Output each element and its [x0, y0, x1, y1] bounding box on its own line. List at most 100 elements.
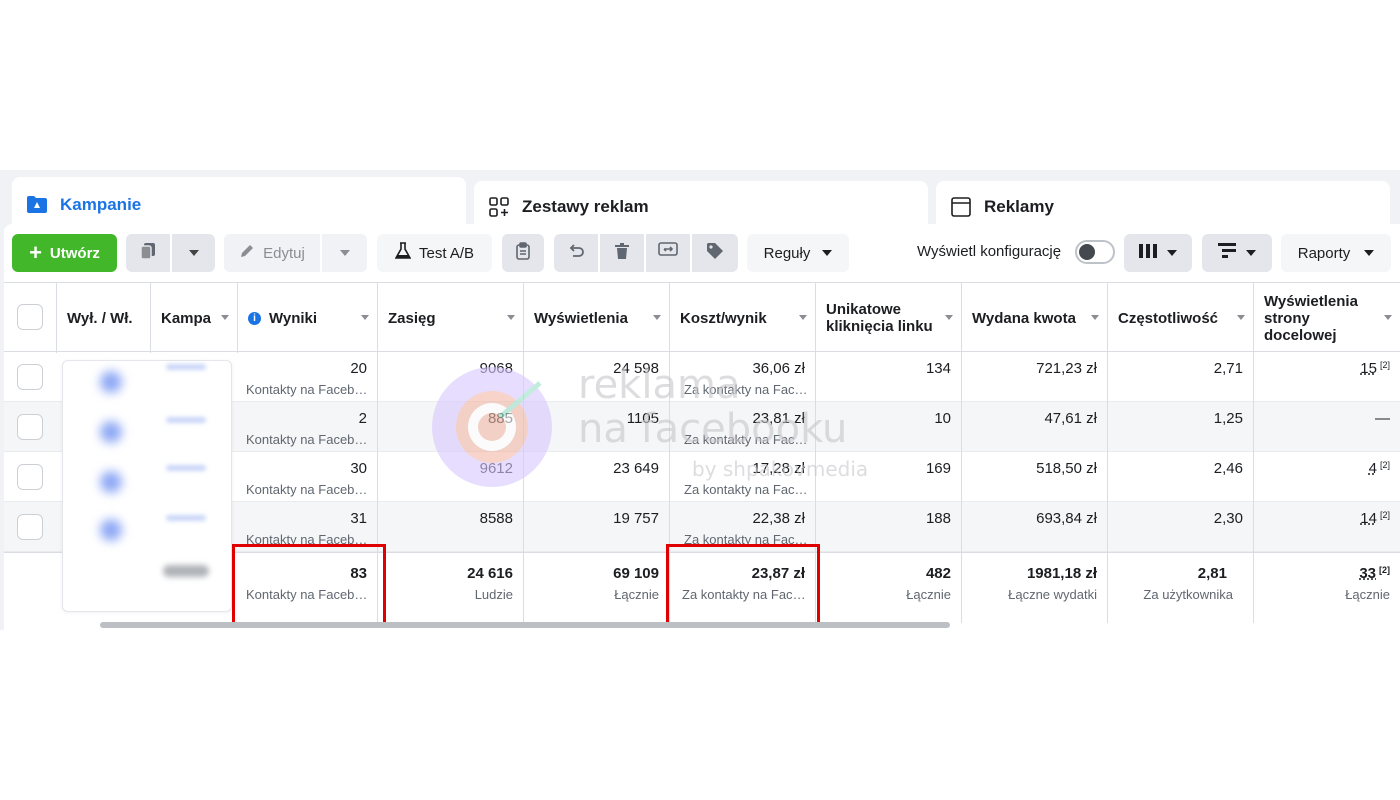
- ads-manager: Kampanie Zestawy reklam Reklamy + Utwórz: [0, 170, 1400, 630]
- cell-clicks: 188: [816, 502, 962, 552]
- name-blurred: [166, 515, 206, 521]
- header-campaign[interactable]: Kampa: [151, 283, 238, 353]
- total-impressions-value: 69 109: [613, 565, 659, 582]
- total-landing-link[interactable]: 33: [1359, 565, 1376, 582]
- create-button[interactable]: + Utwórz: [12, 234, 117, 272]
- header-unique-link-clicks[interactable]: Unikatowe kliknięcia linku: [816, 283, 962, 353]
- rules-label: Reguły: [763, 244, 811, 262]
- results-sub: Kontakty na Faceb…: [246, 382, 368, 397]
- campaigns-table: Wył. / Wł. Kampa i Wyniki Zasięg Wyświet…: [4, 282, 1400, 626]
- chevron-down-icon: [339, 250, 350, 256]
- frequency-value: 2,71: [1213, 360, 1243, 377]
- plus-icon: +: [29, 240, 42, 265]
- cell-landing: 14 [2]: [1254, 502, 1400, 552]
- tab-label: Kampanie: [60, 195, 142, 214]
- row-checkbox[interactable]: [17, 464, 43, 490]
- impressions-value: 19 757: [613, 510, 659, 527]
- columns-button[interactable]: [1124, 234, 1192, 272]
- cell-reach: 9612: [378, 452, 524, 502]
- landing-value[interactable]: 4 [2]: [1369, 460, 1390, 477]
- header-results[interactable]: i Wyniki: [238, 283, 378, 353]
- clicks-value: 134: [925, 360, 951, 377]
- horizontal-scrollbar[interactable]: [100, 622, 950, 628]
- tag-button[interactable]: [692, 234, 738, 272]
- reach-value: 8588: [479, 510, 513, 527]
- header-impressions[interactable]: Wyświetlenia: [524, 283, 670, 353]
- window-icon: [950, 196, 972, 218]
- total-landing-value[interactable]: 33 [2]: [1359, 565, 1390, 582]
- flask-icon: [394, 242, 412, 264]
- toggle-blurred: [100, 371, 122, 393]
- select-all-checkbox[interactable]: [17, 304, 43, 330]
- duplicate-dropdown[interactable]: [172, 234, 215, 272]
- row-checkbox[interactable]: [17, 414, 43, 440]
- duplicate-button[interactable]: [126, 234, 170, 272]
- header-onoff[interactable]: Wył. / Wł.: [57, 283, 151, 353]
- cell-frequency: 2,46: [1108, 452, 1254, 502]
- header-select-all: [4, 283, 57, 353]
- total-reach: 24 616 Ludzie: [378, 553, 524, 623]
- total-spent-sub: Łączne wydatki: [1008, 587, 1097, 602]
- reach-value: 885: [487, 410, 513, 427]
- chevron-down-icon: [1167, 250, 1177, 256]
- header-reach[interactable]: Zasięg: [378, 283, 524, 353]
- trash-icon: [614, 242, 630, 264]
- row-checkbox[interactable]: [17, 514, 43, 540]
- edit-button[interactable]: Edytuj: [224, 234, 320, 272]
- toggle-knob: [1079, 244, 1095, 260]
- edit-dropdown[interactable]: [322, 234, 367, 272]
- reports-dropdown[interactable]: Raporty: [1281, 234, 1391, 272]
- cost-sub: Za kontakty na Fac…: [684, 382, 808, 397]
- total-spent-value: 1981,18 zł: [1026, 565, 1097, 582]
- config-toggle[interactable]: [1075, 240, 1115, 264]
- landing-footnote: [2]: [1379, 360, 1390, 370]
- cell-results: 30 Kontakty na Faceb…: [238, 452, 378, 502]
- cell-cost: 17,28 zł Za kontakty na Fac…: [670, 452, 816, 502]
- breakdown-icon: [1218, 243, 1236, 263]
- results-value: 31: [350, 510, 367, 527]
- column-label: Wyświetlenia: [534, 309, 628, 327]
- results-value: 20: [350, 360, 367, 377]
- cell-results: 20 Kontakty na Faceb…: [238, 352, 378, 402]
- landing-link[interactable]: 15: [1360, 360, 1377, 377]
- name-blurred: [166, 417, 206, 423]
- breakdown-button[interactable]: [1202, 234, 1272, 272]
- cell-clicks: 10: [816, 402, 962, 452]
- reach-value: 9612: [479, 460, 513, 477]
- header-frequency[interactable]: Częstotliwość: [1108, 283, 1254, 353]
- impressions-value: 23 649: [613, 460, 659, 477]
- header-amount-spent[interactable]: Wydana kwota: [962, 283, 1108, 353]
- preview-button[interactable]: [646, 234, 690, 272]
- name-blurred: [166, 465, 206, 471]
- ab-test-button[interactable]: Test A/B: [377, 234, 492, 272]
- column-label: Wyniki: [269, 309, 318, 327]
- header-cost-per-result[interactable]: Koszt/wynik: [670, 283, 816, 353]
- total-name-blurred: [163, 565, 209, 577]
- total-clicks-sub: Łącznie: [906, 587, 951, 602]
- cell-reach: 8588: [378, 502, 524, 552]
- row-checkbox[interactable]: [17, 364, 43, 390]
- landing-link[interactable]: 14: [1360, 510, 1377, 527]
- landing-link[interactable]: 4: [1369, 460, 1377, 477]
- total-impressions-sub: Łącznie: [614, 587, 659, 602]
- results-value: 30: [350, 460, 367, 477]
- column-label: Częstotliwość: [1118, 309, 1219, 327]
- total-frequency-value: 2,81: [1197, 565, 1227, 582]
- header-landing-page-views[interactable]: Wyświetlenia strony docelowej: [1254, 283, 1400, 353]
- clipboard-button[interactable]: [502, 234, 544, 272]
- landing-value[interactable]: 15 [2]: [1360, 360, 1390, 377]
- column-label: Wydana kwota: [972, 309, 1076, 327]
- delete-button[interactable]: [600, 234, 644, 272]
- spent-value: 721,23 zł: [1036, 360, 1097, 377]
- reach-value: 9068: [479, 360, 513, 377]
- clicks-value: 169: [925, 460, 951, 477]
- total-reach-value: 24 616: [467, 565, 513, 582]
- rules-dropdown[interactable]: Reguły: [747, 234, 849, 272]
- column-label: Wyświetlenia strony docelowej: [1264, 292, 1358, 344]
- landing-value[interactable]: 14 [2]: [1360, 510, 1390, 527]
- undo-button[interactable]: [554, 234, 598, 272]
- total-landing-sub: Łącznie: [1345, 587, 1390, 602]
- undo-icon: [567, 243, 585, 263]
- chevron-down-icon: [1364, 250, 1375, 256]
- cell-spent: 518,50 zł: [962, 452, 1108, 502]
